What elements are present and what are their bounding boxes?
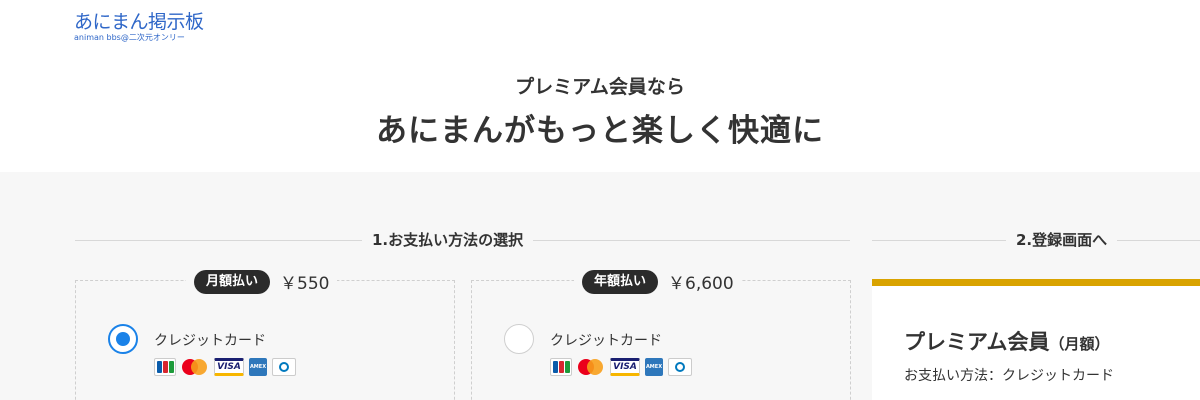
payment-method-label: クレジットカード [550,333,662,349]
registration-panel: プレミアム会員（月額） お支払い方法：クレジットカード [872,279,1200,400]
jcb-icon [550,358,572,376]
card-brands: VISA AMEX [154,358,296,376]
step1-label: 1.お支払い方法の選択 [362,230,534,250]
radio-monthly-credit-card[interactable] [108,324,138,354]
visa-icon: VISA [214,358,244,376]
jcb-icon [154,358,176,376]
payment-method-label: クレジットカード [154,333,266,349]
logo-text: あにまん掲示板 [74,11,204,33]
plan-section: 1.お支払い方法の選択 2.登録画面へ 月額払い ￥550 クレジットカード V… [0,172,1200,400]
plan-price: ￥550 [280,274,330,294]
mastercard-icon [577,358,605,376]
registration-title: プレミアム会員（月額） [904,326,1110,356]
hero-subtitle: プレミアム会員なら [515,76,685,98]
site-logo[interactable]: あにまん掲示板 animan bbs@二次元オンリー [74,10,234,43]
visa-icon: VISA [610,358,640,376]
mastercard-icon [181,358,209,376]
diners-club-icon [668,358,692,376]
card-brands: VISA AMEX [550,358,692,376]
registration-payment-method: お支払い方法：クレジットカード [904,368,1114,384]
plan-badge: 月額払い [194,269,271,294]
plan-badge: 年額払い [582,269,659,294]
step2-label: 2.登録画面へ [1006,230,1118,250]
radio-yearly-credit-card[interactable] [504,324,534,354]
diners-club-icon [272,358,296,376]
plan-price: ￥6,600 [668,274,734,294]
amex-icon: AMEX [249,358,267,376]
plan-price-yearly: 年額払い ￥6,600 [574,269,742,294]
hero-title: あにまんがもっと楽しく快適に [376,113,824,149]
plan-price-monthly: 月額払い ￥550 [186,269,338,294]
registration-plan-term: （月額） [1049,335,1110,353]
registration-plan-name: プレミアム会員 [904,330,1050,354]
logo-tagline: animan bbs@二次元オンリー [74,33,185,42]
amex-icon: AMEX [645,358,663,376]
